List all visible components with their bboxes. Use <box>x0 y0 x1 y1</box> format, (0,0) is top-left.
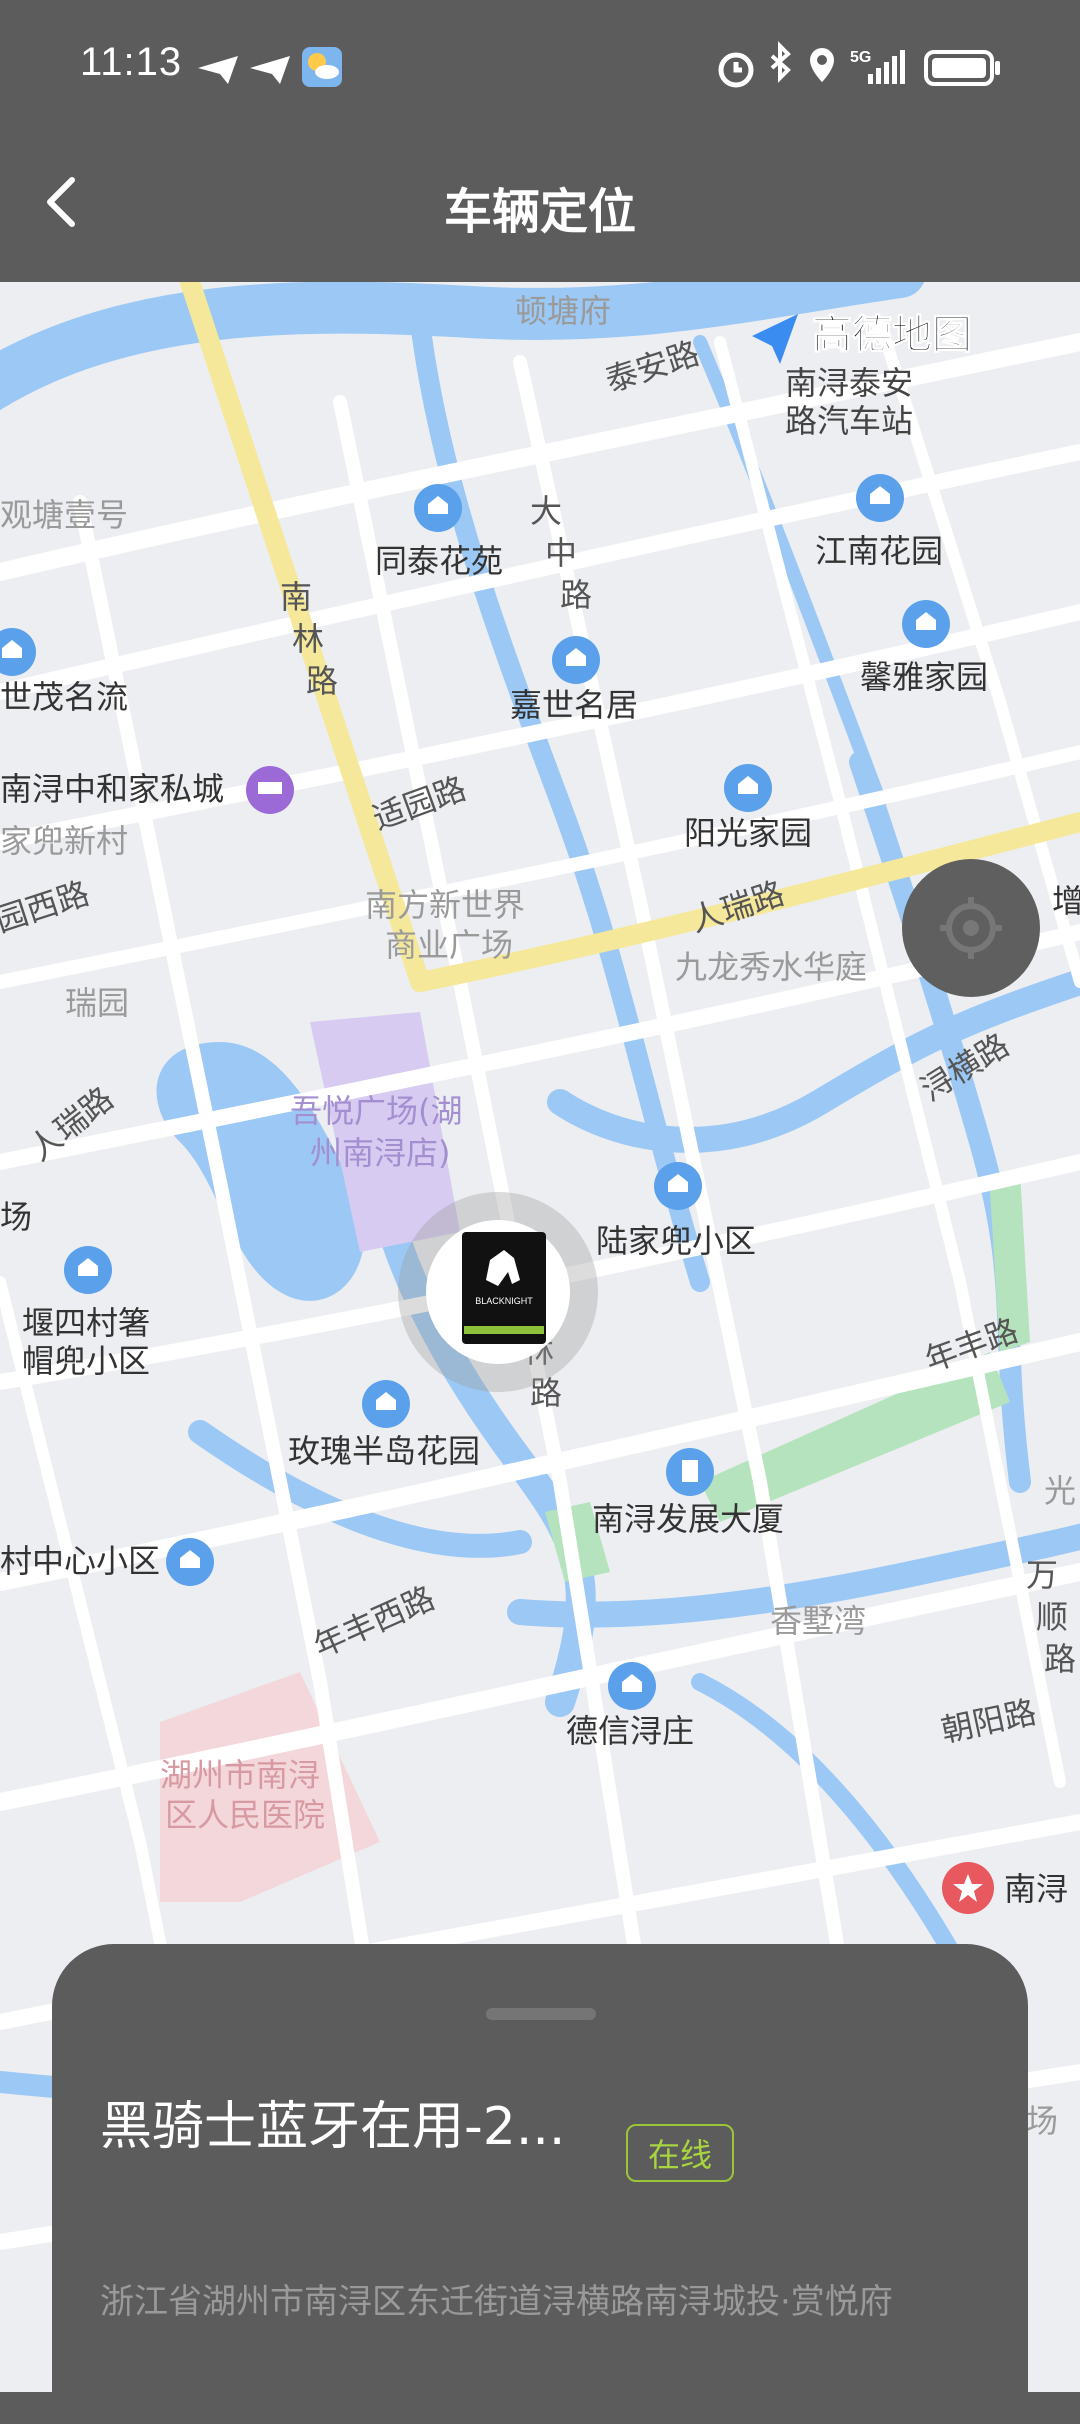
building-pin-icon[interactable] <box>362 1380 410 1428</box>
building-pin-icon[interactable] <box>552 636 600 684</box>
map-label: 德信浔庄 <box>566 1712 694 1750</box>
map-label: 中 <box>545 534 577 572</box>
map-label: 观塘壹号 <box>0 496 128 534</box>
building-pin-icon[interactable] <box>0 628 36 676</box>
battery-icon <box>924 50 1000 86</box>
building-pin-icon[interactable] <box>608 1662 656 1710</box>
shop-pin-icon[interactable] <box>246 766 294 814</box>
map-label: 阳光家园 <box>684 814 812 852</box>
vehicle-avatar-label: BLACKNIGHT <box>475 1296 533 1306</box>
building-pin-icon[interactable] <box>64 1246 112 1294</box>
amap-arrow-icon <box>752 314 798 364</box>
paper-plane-icon <box>198 56 290 84</box>
map-label: 年丰西路 <box>308 1579 440 1666</box>
svg-text:5G: 5G <box>850 49 871 66</box>
amap-logo-text: 高德地图 <box>812 312 972 358</box>
map-label: 光 <box>1044 1472 1076 1510</box>
status-bar: 11:13 5G <box>0 0 1080 138</box>
vehicle-info-sheet: 黑骑士蓝牙在用-2... 在线 浙江省湖州市南浔区东迁街道浔横路南浔城投·赏悦府 <box>52 1944 1028 2424</box>
map-label: 陆家兜小区 <box>596 1222 756 1260</box>
status-badge: 在线 <box>626 2124 735 2182</box>
map-label: 林 <box>292 620 324 658</box>
map-label: 南浔泰安 <box>785 364 913 402</box>
avatar-stripe <box>464 1326 544 1334</box>
location-pin-icon <box>810 48 834 82</box>
map-label: 商业广场 <box>385 926 513 964</box>
map-label: 南方新世界 <box>365 886 525 924</box>
vehicle-marker[interactable]: BLACKNIGHT <box>398 1192 598 1392</box>
vehicle-name: 黑骑士蓝牙在用-2... <box>100 2097 566 2157</box>
weather-icon <box>302 47 342 87</box>
map-label: 瑞园 <box>65 984 129 1022</box>
status-icons: 5G <box>198 41 1000 88</box>
building-pin-icon[interactable] <box>856 474 904 522</box>
map-label: 州南浔店) <box>310 1134 451 1172</box>
building-pin-icon[interactable] <box>654 1162 702 1210</box>
map-label: 人瑞路 <box>686 874 789 940</box>
map-label: 南浔 <box>1004 1870 1068 1908</box>
map-label: 顺 <box>1036 1598 1068 1636</box>
map-label: 场 <box>1026 2102 1058 2140</box>
map-label: 区人民医院 <box>165 1796 325 1834</box>
building-pin-icon[interactable] <box>166 1538 214 1586</box>
map-label: 九龙秀水华庭 <box>675 948 867 986</box>
map-label: 江南花园 <box>815 532 943 570</box>
map-label: 增 <box>1052 882 1080 920</box>
map-label: 园西路 <box>0 874 94 940</box>
map-label: 顿塘府 <box>515 292 611 330</box>
map-label: 玫瑰半岛花园 <box>288 1432 480 1470</box>
alarm-icon <box>718 52 754 88</box>
amap-logo: 高德地图 <box>752 312 973 364</box>
map-label: 堰四村箸 <box>22 1304 150 1342</box>
map-label: 馨雅家园 <box>860 658 988 696</box>
map-label: 路 <box>306 662 338 700</box>
nav-bar: 车辆定位 <box>0 138 1080 282</box>
map-label: 路 <box>560 576 592 614</box>
locate-button[interactable] <box>902 859 1040 997</box>
map-label: 吾悦广场(湖 <box>290 1092 463 1130</box>
building-pin-icon[interactable] <box>414 484 462 532</box>
map-label: 场 <box>0 1198 32 1236</box>
map-label: 嘉世名居 <box>510 686 638 724</box>
map-label: 香墅湾 <box>770 1602 866 1640</box>
building-pin-icon[interactable] <box>902 600 950 648</box>
crosshair-icon <box>940 897 1002 959</box>
map-label: 世茂名流 <box>0 678 128 716</box>
map-label: 同泰花苑 <box>375 542 503 580</box>
page-title: 车辆定位 <box>443 184 636 240</box>
map-label: 泰安路 <box>601 334 704 400</box>
map-label: 南浔发展大厦 <box>592 1500 784 1538</box>
map-label: 朝阳路 <box>938 1693 1040 1750</box>
drag-handle[interactable] <box>486 2008 596 2020</box>
signal-5g-icon: 5G <box>850 49 905 84</box>
map-label: 南浔中和家私城 <box>0 770 224 808</box>
map-label: 路 <box>1044 1640 1076 1678</box>
map-label: 家兜新村 <box>0 822 128 860</box>
office-pin-icon[interactable] <box>666 1448 714 1496</box>
map-label: 路汽车站 <box>785 402 913 440</box>
bluetooth-icon <box>770 41 791 83</box>
map-label: 村中心小区 <box>0 1542 160 1580</box>
map-label: 湖州市南浔 <box>160 1756 320 1794</box>
vehicle-address: 浙江省湖州市南浔区东迁街道浔横路南浔城投·赏悦府 <box>100 2282 893 2322</box>
building-pin-icon[interactable] <box>724 764 772 812</box>
map-label: 南 <box>280 578 312 616</box>
map-label: 万 <box>1026 1556 1058 1594</box>
star-pin-icon[interactable] <box>942 1862 994 1914</box>
map-label: 大 <box>530 492 562 530</box>
map-label: 帽兜小区 <box>22 1342 150 1380</box>
